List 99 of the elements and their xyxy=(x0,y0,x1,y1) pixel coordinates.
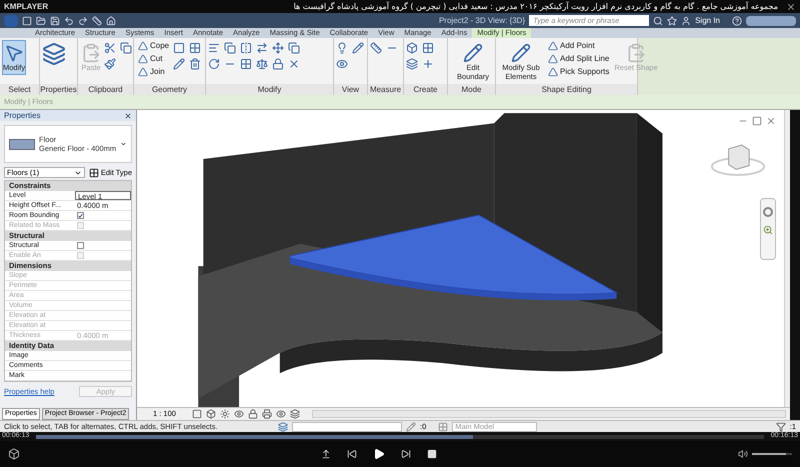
cursor-icon xyxy=(4,43,24,63)
pencil-icon xyxy=(511,43,531,63)
close-icon[interactable] xyxy=(786,2,796,12)
scale-icon[interactable] xyxy=(256,58,268,70)
panel-title: Mode xyxy=(448,84,495,95)
scissors-icon[interactable] xyxy=(104,42,116,54)
properties-icon[interactable] xyxy=(42,42,66,66)
measure-icon[interactable] xyxy=(92,16,102,26)
steering-wheel-icon[interactable] xyxy=(763,207,773,217)
layers-icon[interactable] xyxy=(406,58,418,70)
user-icon xyxy=(681,16,692,26)
pencil-icon[interactable] xyxy=(173,58,186,70)
help-icon[interactable] xyxy=(732,16,742,26)
plus-icon[interactable] xyxy=(422,58,434,70)
undo-icon[interactable] xyxy=(64,16,74,26)
filter-icon[interactable] xyxy=(776,422,786,432)
zoom-icon[interactable] xyxy=(763,225,773,235)
eye-icon[interactable] xyxy=(336,58,348,70)
panel-title: Properties xyxy=(4,110,40,122)
eject-icon[interactable] xyxy=(321,449,331,459)
shadows-icon[interactable] xyxy=(234,409,244,419)
offset-icon[interactable] xyxy=(224,42,236,54)
player-brand: KMPLAYER xyxy=(4,0,48,12)
temporary-hide-icon[interactable] xyxy=(290,409,300,419)
stop-icon[interactable] xyxy=(427,449,437,459)
pencil-icon xyxy=(463,43,483,63)
visual-style-icon[interactable] xyxy=(206,409,216,419)
horizontal-scrollbar[interactable] xyxy=(312,410,786,418)
video-title: مجموعه آموزشی جامع . گام به گام و کاربردی نرم افزار رویت آرکیتکچر ۲۰۱۶ مدرس : سعید فدایی ( تیچرمن ) گروه آموزشی پادشاه گرافیست ها xyxy=(292,0,779,12)
align-icon[interactable] xyxy=(208,42,220,54)
group-icon[interactable] xyxy=(422,42,434,54)
ribbon-button[interactable]: Pick Supports xyxy=(546,66,612,78)
detail-level-icon[interactable] xyxy=(192,409,202,419)
panel-title: Geometry xyxy=(134,84,205,95)
array-icon[interactable] xyxy=(240,58,252,70)
new-icon[interactable] xyxy=(22,16,32,26)
floor-swatch xyxy=(9,138,36,150)
open-icon[interactable] xyxy=(36,16,46,26)
window-title: Project2 - 3D View: {3D} xyxy=(438,14,526,26)
sign-in-button[interactable]: Sign In xyxy=(695,14,720,26)
sun-path-icon[interactable] xyxy=(220,409,230,419)
seek-bar[interactable] xyxy=(36,434,764,438)
search-icon[interactable] xyxy=(653,16,664,26)
ribbon-button[interactable]: Add Split Line xyxy=(546,53,612,65)
brush-icon[interactable] xyxy=(104,58,116,70)
lightbulb-icon[interactable] xyxy=(336,42,348,54)
checkmark-icon xyxy=(78,212,83,219)
window-controls[interactable] xyxy=(746,16,796,26)
previous-icon[interactable] xyxy=(347,449,357,459)
next-icon[interactable] xyxy=(401,449,411,459)
design-options-icon[interactable] xyxy=(438,422,448,432)
move-icon[interactable] xyxy=(272,42,284,54)
panel-title: Measure xyxy=(368,84,403,95)
box-icon[interactable] xyxy=(406,42,418,54)
close-icon[interactable] xyxy=(766,116,776,126)
ruler-icon[interactable] xyxy=(370,42,382,54)
editable-icon[interactable] xyxy=(406,422,416,432)
panel-title: Properties xyxy=(40,84,77,95)
panel-title: Clipboard xyxy=(78,84,133,95)
pin-icon[interactable] xyxy=(272,58,284,70)
panel-title: Shape Editing xyxy=(496,84,637,95)
checkbox[interactable] xyxy=(77,242,84,250)
vertical-scrollbar[interactable] xyxy=(784,110,790,407)
redo-icon[interactable] xyxy=(78,16,88,26)
panel-title: Select xyxy=(0,84,39,95)
delete-icon[interactable] xyxy=(288,58,300,70)
ribbon-button[interactable]: Cope xyxy=(136,40,172,52)
star-icon[interactable] xyxy=(667,16,678,26)
play-icon[interactable] xyxy=(373,448,385,460)
panel-title: View xyxy=(334,84,367,95)
save-icon[interactable] xyxy=(50,16,60,26)
default-3d-view-icon[interactable] xyxy=(106,16,116,26)
grid-icon[interactable] xyxy=(189,42,202,54)
mirror-icon[interactable] xyxy=(240,42,252,54)
close-icon[interactable] xyxy=(124,112,132,120)
volume-icon[interactable] xyxy=(738,449,748,459)
panel-title: Modify xyxy=(206,84,333,95)
copy-icon[interactable] xyxy=(288,42,300,54)
crop-icon[interactable] xyxy=(262,409,272,419)
dropdown-caret-icon xyxy=(120,140,127,148)
worksets-icon[interactable] xyxy=(278,422,288,432)
restore-icon[interactable] xyxy=(752,116,762,126)
checkbox[interactable] xyxy=(77,212,84,220)
panel-title: Create xyxy=(404,84,447,95)
lock-icon[interactable] xyxy=(248,409,258,419)
hide-icon[interactable] xyxy=(276,409,286,419)
square-icon[interactable] xyxy=(173,42,186,54)
copy-icon[interactable] xyxy=(120,42,132,54)
ribbon-button[interactable]: Add Point xyxy=(546,40,612,52)
rotate-icon[interactable] xyxy=(208,58,220,70)
mirror-axis-icon[interactable] xyxy=(256,42,268,54)
ribbon-button[interactable]: Join xyxy=(136,66,172,78)
pencil-icon[interactable] xyxy=(352,42,364,54)
trash-icon[interactable] xyxy=(189,58,202,70)
clipboard-icon xyxy=(81,43,101,63)
edit-type-icon xyxy=(88,168,99,178)
navigation-bar[interactable] xyxy=(760,198,776,260)
ribbon-button[interactable]: Cut xyxy=(136,53,172,65)
3d-icon[interactable] xyxy=(8,448,20,460)
